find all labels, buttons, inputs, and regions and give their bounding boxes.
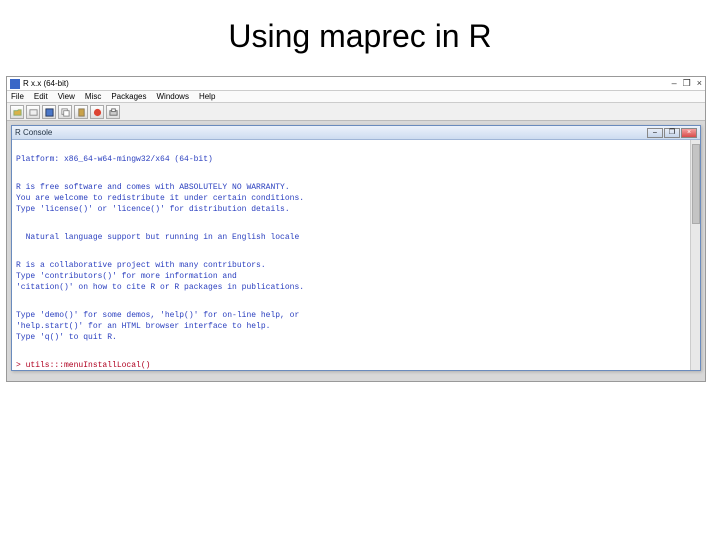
slide-title: Using maprec in R <box>0 0 720 63</box>
print-icon[interactable] <box>106 105 120 119</box>
console-line: Type 'license()' or 'licence()' for dist… <box>16 205 290 214</box>
console-line: Type 'q()' to quit R. <box>16 333 117 342</box>
paste-icon[interactable] <box>74 105 88 119</box>
console-titlebar[interactable]: R Console – ❐ × <box>12 126 700 140</box>
load-icon[interactable] <box>26 105 40 119</box>
menu-help[interactable]: Help <box>199 92 215 101</box>
close-button[interactable]: × <box>697 78 702 89</box>
console-output[interactable]: Platform: x86_64-w64-mingw32/x64 (64-bit… <box>12 140 700 370</box>
console-minimize-button[interactable]: – <box>647 128 663 138</box>
console-line: 'help.start()' for an HTML browser inter… <box>16 322 270 331</box>
menu-packages[interactable]: Packages <box>111 92 146 101</box>
minimize-button[interactable]: – <box>672 78 677 89</box>
console-maximize-button[interactable]: ❐ <box>664 128 680 138</box>
open-icon[interactable] <box>10 105 24 119</box>
console-line: R is free software and comes with ABSOLU… <box>16 183 290 192</box>
console-title: R Console <box>15 128 647 137</box>
menu-misc[interactable]: Misc <box>85 92 101 101</box>
menu-file[interactable]: File <box>11 92 24 101</box>
console-line: Type 'contributors()' for more informati… <box>16 272 237 281</box>
console-input-line: > utils:::menuInstallLocal() <box>16 361 150 370</box>
menu-windows[interactable]: Windows <box>156 92 188 101</box>
console-line: Natural language support but running in … <box>16 233 299 242</box>
toolbar <box>7 103 705 121</box>
scrollbar-vertical[interactable] <box>690 140 700 370</box>
maximize-button[interactable]: ❐ <box>683 78 691 89</box>
menu-edit[interactable]: Edit <box>34 92 48 101</box>
mdi-workspace: R Console – ❐ × Platform: x86_64-w64-min… <box>7 121 705 381</box>
scrollbar-thumb[interactable] <box>692 144 700 224</box>
console-close-button[interactable]: × <box>681 128 697 138</box>
console-line: 'citation()' on how to cite R or R packa… <box>16 283 304 292</box>
copy-icon[interactable] <box>58 105 72 119</box>
window-buttons: – ❐ × <box>672 78 702 89</box>
save-icon[interactable] <box>42 105 56 119</box>
r-icon <box>10 79 20 89</box>
console-line: Type 'demo()' for some demos, 'help()' f… <box>16 311 299 320</box>
menubar: File Edit View Misc Packages Windows Hel… <box>7 91 705 103</box>
console-window-buttons: – ❐ × <box>647 128 697 138</box>
app-titlebar[interactable]: R x.x (64-bit) – ❐ × <box>7 77 705 91</box>
console-line: Platform: x86_64-w64-mingw32/x64 (64-bit… <box>16 155 213 164</box>
r-console-window: R Console – ❐ × Platform: x86_64-w64-min… <box>11 125 701 371</box>
console-line: You are welcome to redistribute it under… <box>16 194 304 203</box>
app-title: R x.x (64-bit) <box>23 79 672 88</box>
rgui-window: R x.x (64-bit) – ❐ × File Edit View Misc… <box>6 76 706 382</box>
console-line: R is a collaborative project with many c… <box>16 261 266 270</box>
stop-icon[interactable] <box>90 105 104 119</box>
menu-view[interactable]: View <box>58 92 75 101</box>
